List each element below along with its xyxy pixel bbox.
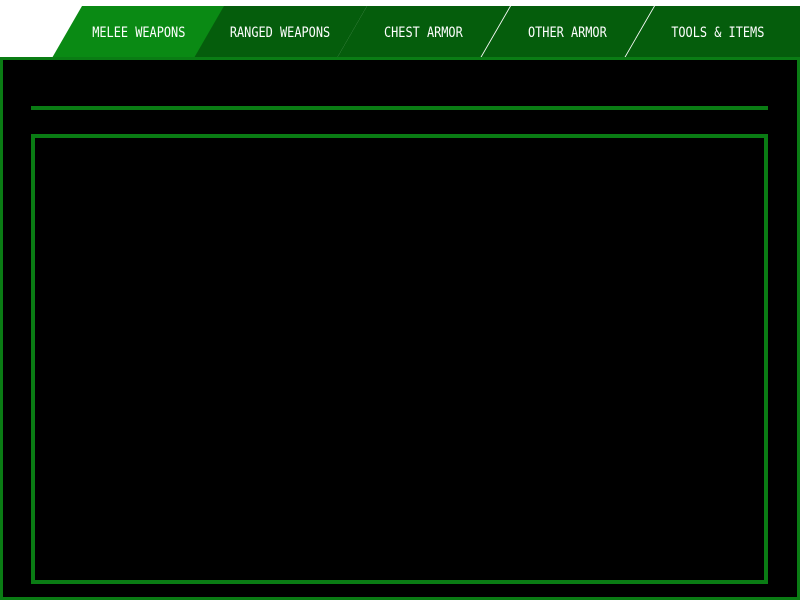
category-tab-bar: MELEE WEAPONS RANGED WEAPONS CHEST ARMOR…	[52, 6, 800, 58]
tab-other-armor[interactable]: OTHER ARMOR	[481, 6, 654, 58]
header-divider	[31, 106, 768, 110]
tab-label: RANGED WEAPONS	[230, 25, 331, 41]
tab-label: OTHER ARMOR	[528, 25, 607, 41]
item-list-frame	[31, 134, 768, 584]
tab-label: CHEST ARMOR	[384, 25, 463, 41]
tab-label: MELEE WEAPONS	[91, 25, 186, 41]
tab-ranged-weapons[interactable]: RANGED WEAPONS	[194, 6, 367, 58]
tab-chest-armor[interactable]: CHEST ARMOR	[337, 6, 510, 58]
tab-label: TOOLS & ITEMS	[670, 25, 765, 41]
inventory-panel	[0, 57, 800, 600]
inventory-screen: MELEE WEAPONS RANGED WEAPONS CHEST ARMOR…	[0, 0, 800, 600]
tab-tools-and-items[interactable]: TOOLS & ITEMS	[625, 6, 800, 58]
